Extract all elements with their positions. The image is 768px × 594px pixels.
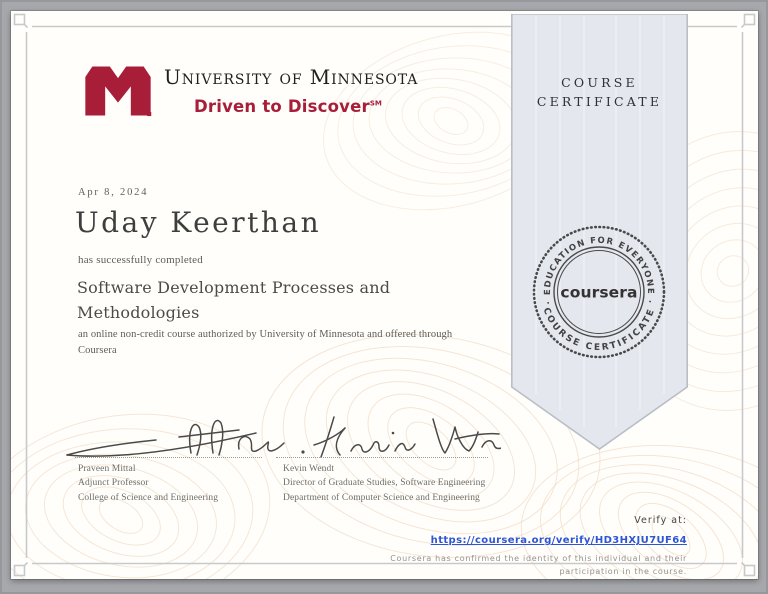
coursera-wordmark: coursera (560, 284, 637, 302)
university-name: University of Minnesota (164, 65, 419, 89)
tagline-text: Driven to Discover (194, 97, 370, 116)
coursera-seal: · EDUCATION FOR EVERYONE · COURSE CERTIF… (532, 225, 666, 359)
university-tagline: Driven to DiscoverSM (194, 97, 382, 116)
verify-note-line1: Coursera has confirmed the identity of t… (390, 554, 687, 564)
verify-note: Coursera has confirmed the identity of t… (390, 552, 687, 578)
signatory-department: College of Science and Engineering (78, 492, 219, 503)
signatory-kevin-wendt: Kevin Wendt Director of Graduate Studies… (283, 462, 485, 505)
certificate: COURSE CERTIFICATE · EDUCATION FOR EVERY… (11, 11, 758, 579)
seal-bottom-arc-text: COURSE CERTIFICATE (541, 306, 658, 353)
completion-text: has successfully completed (78, 254, 203, 266)
course-title: Software Development Processes and Metho… (77, 278, 391, 322)
signatory-title: Adjunct Professor (78, 478, 149, 489)
service-mark: SM (369, 99, 382, 108)
ribbon-label-line1: COURSE (561, 75, 638, 90)
registered-mark-dot (147, 112, 152, 117)
praveen-mittal-signature (66, 419, 305, 457)
signatory-name: Kevin Wendt (283, 464, 335, 474)
verification-section: Verify at: https://coursera.org/verify/H… (390, 514, 687, 579)
recipient-name: Uday Keerthan (75, 206, 322, 239)
issue-date: Apr 8, 2024 (78, 187, 149, 198)
course-description: an online non-credit course authorized b… (78, 329, 453, 357)
verify-label: Verify at: (634, 515, 687, 526)
signatory-department: Department of Computer Science and Engin… (283, 492, 480, 503)
signature-line-left (75, 457, 262, 458)
verify-link[interactable]: https://coursera.org/verify/HD3HXJU7UF64 (431, 533, 687, 548)
ribbon-label-line2: CERTIFICATE (536, 93, 663, 109)
university-of-minnesota-block-m-logo (85, 66, 152, 117)
signatory-title: Director of Graduate Studies, Software E… (283, 478, 486, 489)
desktop-background: { "header": { "university": "University … (0, 0, 768, 594)
ribbon-label: COURSE CERTIFICATE (511, 74, 688, 112)
kevin-wendt-signature (313, 416, 501, 458)
signatory-praveen-mittal: Praveen Mittal Adjunct Professor College… (78, 462, 218, 505)
verify-note-line2: participation in the course. (559, 567, 687, 577)
signatory-name: Praveen Mittal (78, 464, 136, 474)
signature-line-right (276, 457, 488, 458)
